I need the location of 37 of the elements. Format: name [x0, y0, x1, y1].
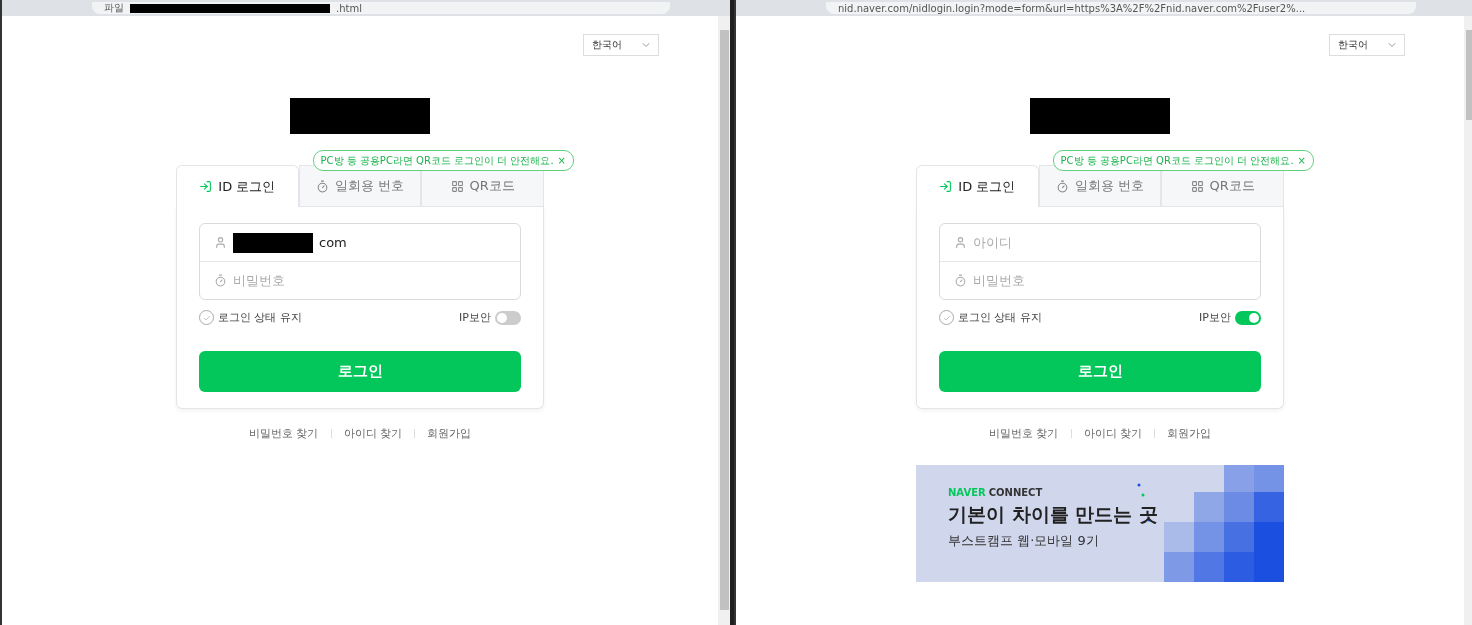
- banner-subline: 부스트캠프 웹·모바일 9기: [948, 532, 1100, 550]
- brand-logo: NAVER CONNECT: [948, 487, 1044, 498]
- footer-link[interactable]: 아이디 찾기: [1083, 426, 1142, 441]
- timer-icon: [1055, 179, 1069, 193]
- keep-login-checkbox[interactable]: 로그인 상태 유지: [939, 310, 1042, 325]
- ad-banner[interactable]: NAVER CONNECT 기본이 차이를 만드는 곳 부스트캠프 웹·모바일 9기: [916, 465, 1284, 582]
- login-tab[interactable]: ID 로그인: [176, 165, 299, 207]
- address-text: .html: [336, 2, 362, 14]
- qr-code-icon: [1190, 179, 1204, 193]
- keep-login-checkbox[interactable]: 로그인 상태 유지: [199, 310, 302, 325]
- footer-link[interactable]: 비밀번호 찾기: [249, 426, 319, 441]
- qr-code-icon: [450, 179, 464, 193]
- footer-link[interactable]: 아이디 찾기: [343, 426, 402, 441]
- scrollbar[interactable]: [718, 16, 730, 625]
- banner-headline: 기본이 차이를 만드는 곳: [948, 502, 1158, 527]
- toggle-switch[interactable]: [1235, 310, 1261, 325]
- address-text: nid.naver.com/nidlogin.login?mode=form&url=https%3A%2F%2Fnid.naver.com%2Fuser2%...: [838, 2, 1306, 14]
- toggle-switch[interactable]: [495, 310, 521, 325]
- timer-icon: [315, 179, 329, 193]
- id-field[interactable]: com: [200, 224, 520, 261]
- footer-link[interactable]: 비밀번호 찾기: [989, 426, 1059, 441]
- ip-security-label: IP보안: [459, 310, 491, 325]
- language-select[interactable]: 한국어: [583, 34, 659, 56]
- login-icon: [199, 180, 213, 193]
- address-label: 파일: [104, 2, 124, 14]
- language-select[interactable]: 한국어: [1329, 34, 1405, 56]
- address-bar[interactable]: nid.naver.com/nidlogin.login?mode=form&url=https%3A%2F%2Fnid.naver.com%2Fuser2%...: [826, 2, 1416, 14]
- login-tab[interactable]: ID 로그인: [916, 165, 1039, 207]
- login-icon: [939, 180, 953, 193]
- tooltip: PC방 등 공용PC라면 QR코드 로그인이 더 안전해요. ×: [1052, 150, 1314, 171]
- person-icon: [954, 236, 967, 249]
- person-icon: [214, 236, 227, 249]
- tooltip: PC방 등 공용PC라면 QR코드 로그인이 더 안전해요. ×: [312, 150, 574, 171]
- ip-security-label: IP보안: [1199, 310, 1231, 325]
- address-bar[interactable]: 파일 .html: [92, 2, 670, 14]
- footer-link[interactable]: 회원가입: [1167, 426, 1211, 441]
- footer-link[interactable]: 회원가입: [427, 426, 471, 441]
